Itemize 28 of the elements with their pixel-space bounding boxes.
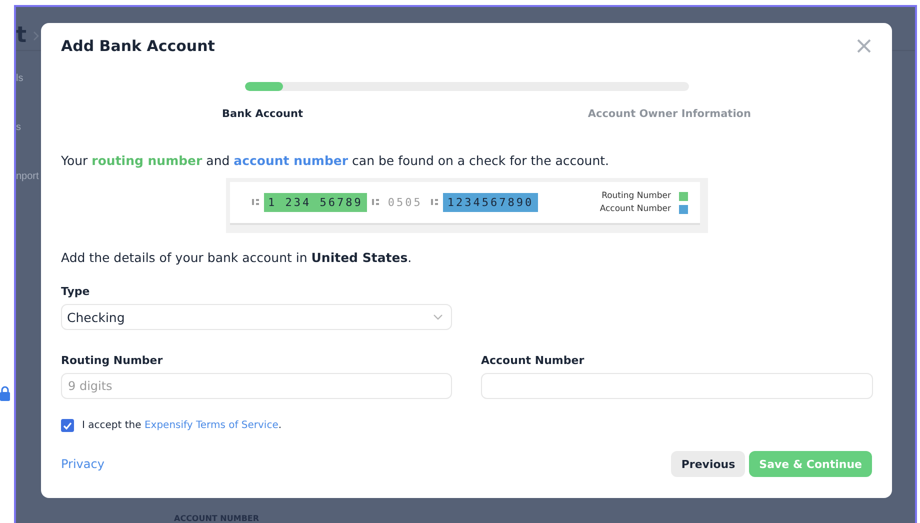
field-label: Type xyxy=(61,285,91,298)
dialog-title: Add Bank Account xyxy=(61,37,215,55)
terms-checkbox[interactable] xyxy=(61,419,74,432)
lock-icon xyxy=(0,386,10,401)
hint-text: Your routing number and account number can be found on a check for the account. xyxy=(61,153,610,168)
routing-digits: 1 234 56789 xyxy=(264,193,367,212)
field-label: Account Number xyxy=(481,354,586,367)
transit-symbol-icon xyxy=(252,198,259,207)
save-continue-button[interactable]: Save & Continue xyxy=(749,451,872,477)
legend-label: Routing Number xyxy=(602,191,671,201)
type-select[interactable]: Checking xyxy=(61,304,452,330)
details-text: Add the details of your bank account in United States. xyxy=(61,250,413,265)
account-number-field[interactable] xyxy=(481,373,873,399)
step-tab[interactable]: Bank Account xyxy=(222,108,303,120)
terms-text: I accept the Expensify Terms of Service. xyxy=(82,420,282,431)
account-digits: 1234567890 xyxy=(443,193,538,212)
step-tab[interactable]: Account Owner Information xyxy=(588,108,751,120)
transit-symbol-icon xyxy=(372,198,379,207)
on-us-symbol-icon xyxy=(431,198,438,207)
legend-label: Account Number xyxy=(600,204,671,214)
chevron-down-icon xyxy=(433,314,443,320)
routing-number-field[interactable]: 9 digits xyxy=(61,373,452,399)
check-digits: 0505 xyxy=(386,195,424,211)
terms-link[interactable]: Expensify Terms of Service xyxy=(144,420,278,431)
previous-button[interactable]: Previous xyxy=(671,451,746,477)
privacy-link[interactable]: Privacy xyxy=(61,457,104,471)
field-label: Routing Number xyxy=(61,354,164,367)
close-button[interactable] xyxy=(856,38,872,54)
